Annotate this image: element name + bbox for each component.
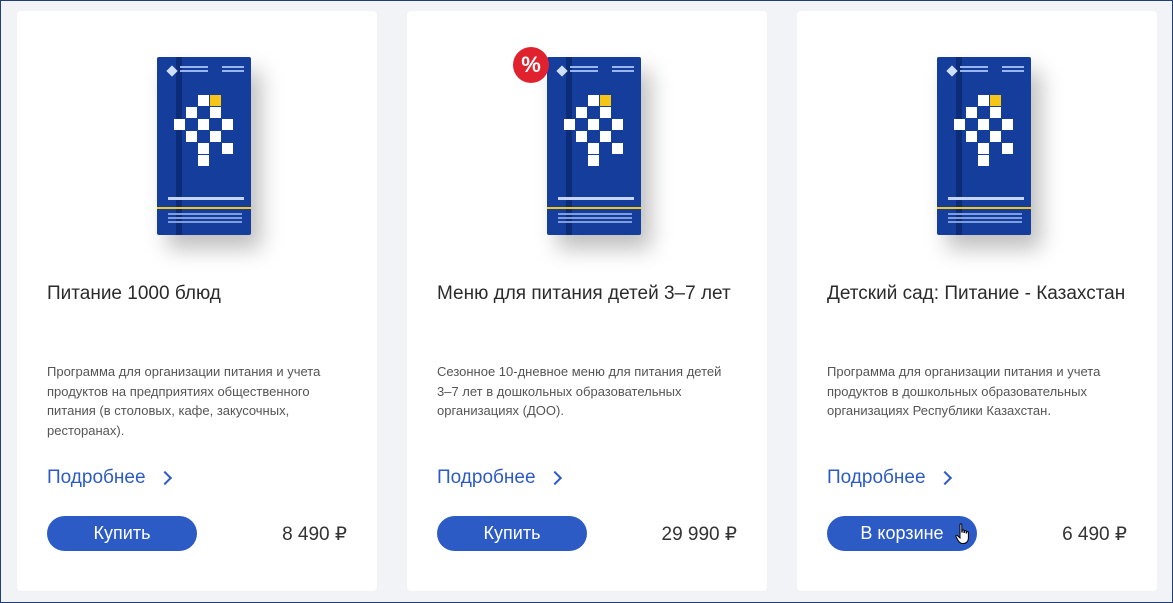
product-price: 29 990 ₽	[661, 524, 737, 545]
product-description: Программа для организации питания и учет…	[827, 364, 1101, 418]
logo-pixel	[978, 95, 989, 106]
logo-pixel	[198, 143, 209, 154]
details-link-label: Подробнее	[437, 467, 536, 488]
logo-pixel	[588, 95, 599, 106]
product-box-image[interactable]	[912, 57, 1042, 257]
logo-pixel	[588, 119, 599, 130]
logo-pixel	[210, 131, 221, 142]
logo-pixel	[978, 143, 989, 154]
product-title[interactable]: Меню для питания детей 3–7 лет	[437, 281, 737, 307]
details-link[interactable]: Подробнее	[827, 467, 952, 489]
product-description: Сезонное 10-дневное меню для питания дет…	[437, 364, 722, 418]
product-price: 6 490 ₽	[1062, 524, 1127, 545]
product-price: 8 490 ₽	[282, 524, 347, 545]
brand-logo-icon	[946, 65, 1028, 79]
logo-pixel	[954, 119, 965, 130]
logo-pixel	[198, 155, 209, 166]
product-card: % Меню для питания детей 3–7 лет Сезонно…	[407, 11, 767, 591]
details-link-label: Подробнее	[47, 467, 146, 488]
details-link-label: Подробнее	[827, 467, 926, 488]
buy-button[interactable]: Купить	[437, 516, 587, 551]
logo-pixel	[978, 155, 989, 166]
software-box	[157, 57, 251, 235]
logo-pixel	[990, 131, 1001, 142]
logo-pixel	[978, 119, 989, 130]
brand-logo-icon	[166, 65, 248, 79]
product-list: Питание 1000 блюд Программа для организа…	[17, 11, 1157, 591]
product-box-image[interactable]	[132, 57, 262, 257]
logo-pixel	[576, 131, 587, 142]
buy-button[interactable]: Купить	[47, 516, 197, 551]
logo-pixel	[174, 119, 185, 130]
logo-pixel	[588, 155, 599, 166]
pixel-cross-logo-icon	[954, 95, 1020, 170]
chevron-right-icon	[547, 470, 562, 486]
logo-pixel	[990, 95, 1001, 106]
logo-pixel	[588, 143, 599, 154]
discount-badge: %	[513, 47, 549, 83]
logo-pixel	[600, 107, 611, 118]
chevron-right-icon	[937, 470, 952, 486]
logo-pixel	[210, 107, 221, 118]
logo-pixel	[186, 131, 197, 142]
pixel-cross-logo-icon	[564, 95, 630, 170]
product-description: Программа для организации питания и учет…	[47, 364, 321, 438]
details-link[interactable]: Подробнее	[437, 467, 562, 489]
logo-pixel	[612, 119, 623, 130]
logo-pixel	[210, 95, 221, 106]
logo-pixel	[1002, 119, 1013, 130]
chevron-right-icon	[157, 470, 172, 486]
logo-pixel	[186, 107, 197, 118]
details-link[interactable]: Подробнее	[47, 467, 172, 489]
product-title[interactable]: Детский сад: Питание - Казахстан	[827, 281, 1127, 307]
logo-pixel	[600, 131, 611, 142]
logo-pixel	[1002, 143, 1013, 154]
logo-pixel	[222, 119, 233, 130]
product-card: Питание 1000 блюд Программа для организа…	[17, 11, 377, 591]
logo-pixel	[966, 107, 977, 118]
logo-pixel	[990, 107, 1001, 118]
product-card: Детский сад: Питание - Казахстан Програм…	[797, 11, 1157, 591]
logo-pixel	[564, 119, 575, 130]
logo-pixel	[198, 119, 209, 130]
pixel-cross-logo-icon	[174, 95, 240, 170]
logo-pixel	[612, 143, 623, 154]
software-box	[937, 57, 1031, 235]
logo-pixel	[198, 95, 209, 106]
logo-pixel	[966, 131, 977, 142]
product-box-image[interactable]	[522, 57, 652, 257]
hand-pointer-cursor-icon	[955, 523, 969, 544]
product-title[interactable]: Питание 1000 блюд	[47, 281, 347, 307]
logo-pixel	[222, 143, 233, 154]
logo-pixel	[576, 107, 587, 118]
logo-pixel	[600, 95, 611, 106]
brand-logo-icon	[556, 65, 638, 79]
software-box	[547, 57, 641, 235]
